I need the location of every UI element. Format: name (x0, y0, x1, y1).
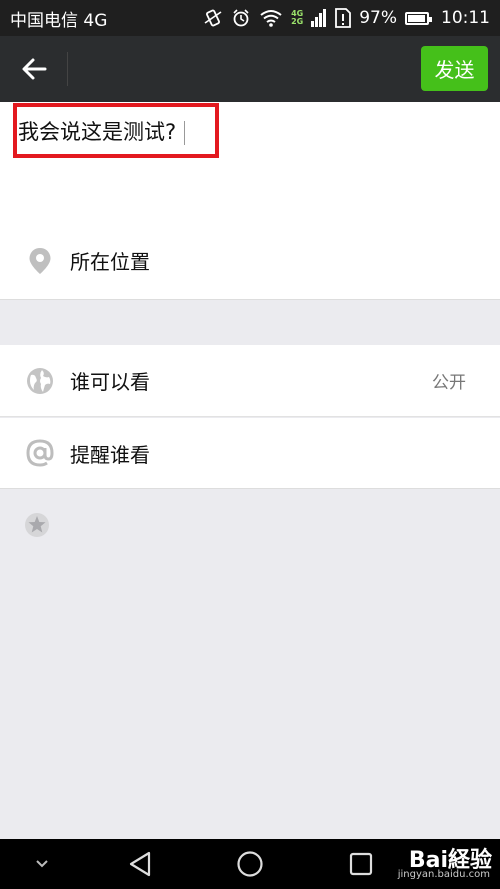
chevron-down-icon (36, 860, 48, 868)
battery-fill (408, 14, 426, 22)
location-row[interactable]: 所在位置 (0, 222, 500, 300)
top-nav-bar: 发送 (0, 36, 500, 102)
sim-alert-icon (335, 8, 352, 28)
location-pin-icon (26, 247, 54, 275)
circle-home-icon (237, 851, 263, 877)
square-recents-icon (349, 852, 373, 876)
vibrate-icon (203, 8, 223, 28)
remind-label: 提醒谁看 (70, 442, 150, 467)
nav-recents-button[interactable] (346, 839, 376, 889)
star-icon[interactable] (24, 512, 50, 538)
nav-back-button[interactable] (124, 839, 156, 889)
remind-row[interactable]: 提醒谁看 (0, 418, 500, 489)
nav-divider (67, 52, 68, 86)
clock: 10:11 (441, 8, 490, 28)
network-2g-label: 2G (291, 17, 304, 26)
status-bar: 中国电信 4G 4G 2G 97% 10:11 (0, 0, 500, 36)
visibility-label: 谁可以看 (70, 370, 150, 394)
battery-percent: 97% (359, 8, 397, 28)
baidu-watermark-url: jingyan.baidu.com (397, 869, 490, 880)
status-icons: 4G 2G 97% 10:11 (203, 8, 490, 28)
wifi-icon (259, 8, 283, 28)
arrow-left-icon (22, 58, 47, 80)
carrier-label: 中国电信 4G (10, 10, 108, 31)
back-button[interactable] (14, 49, 54, 89)
location-label: 所在位置 (70, 250, 150, 274)
visibility-row[interactable]: 谁可以看 公开 (0, 345, 500, 417)
battery-icon (405, 11, 432, 25)
at-icon (26, 439, 54, 467)
network-type: 4G 2G (291, 10, 303, 26)
visibility-value: 公开 (432, 373, 466, 393)
system-nav-bar: Bai経验 jingyan.baidu.com (0, 839, 500, 889)
nav-home-button[interactable] (234, 839, 266, 889)
triangle-back-icon (129, 851, 151, 877)
section-gap (0, 301, 500, 345)
alarm-icon (231, 8, 251, 28)
globe-icon (26, 367, 54, 395)
signal-icon (311, 9, 327, 27)
highlight-annotation (13, 103, 219, 158)
send-button[interactable]: 发送 (421, 46, 488, 91)
hide-keyboard-button[interactable] (28, 839, 56, 889)
